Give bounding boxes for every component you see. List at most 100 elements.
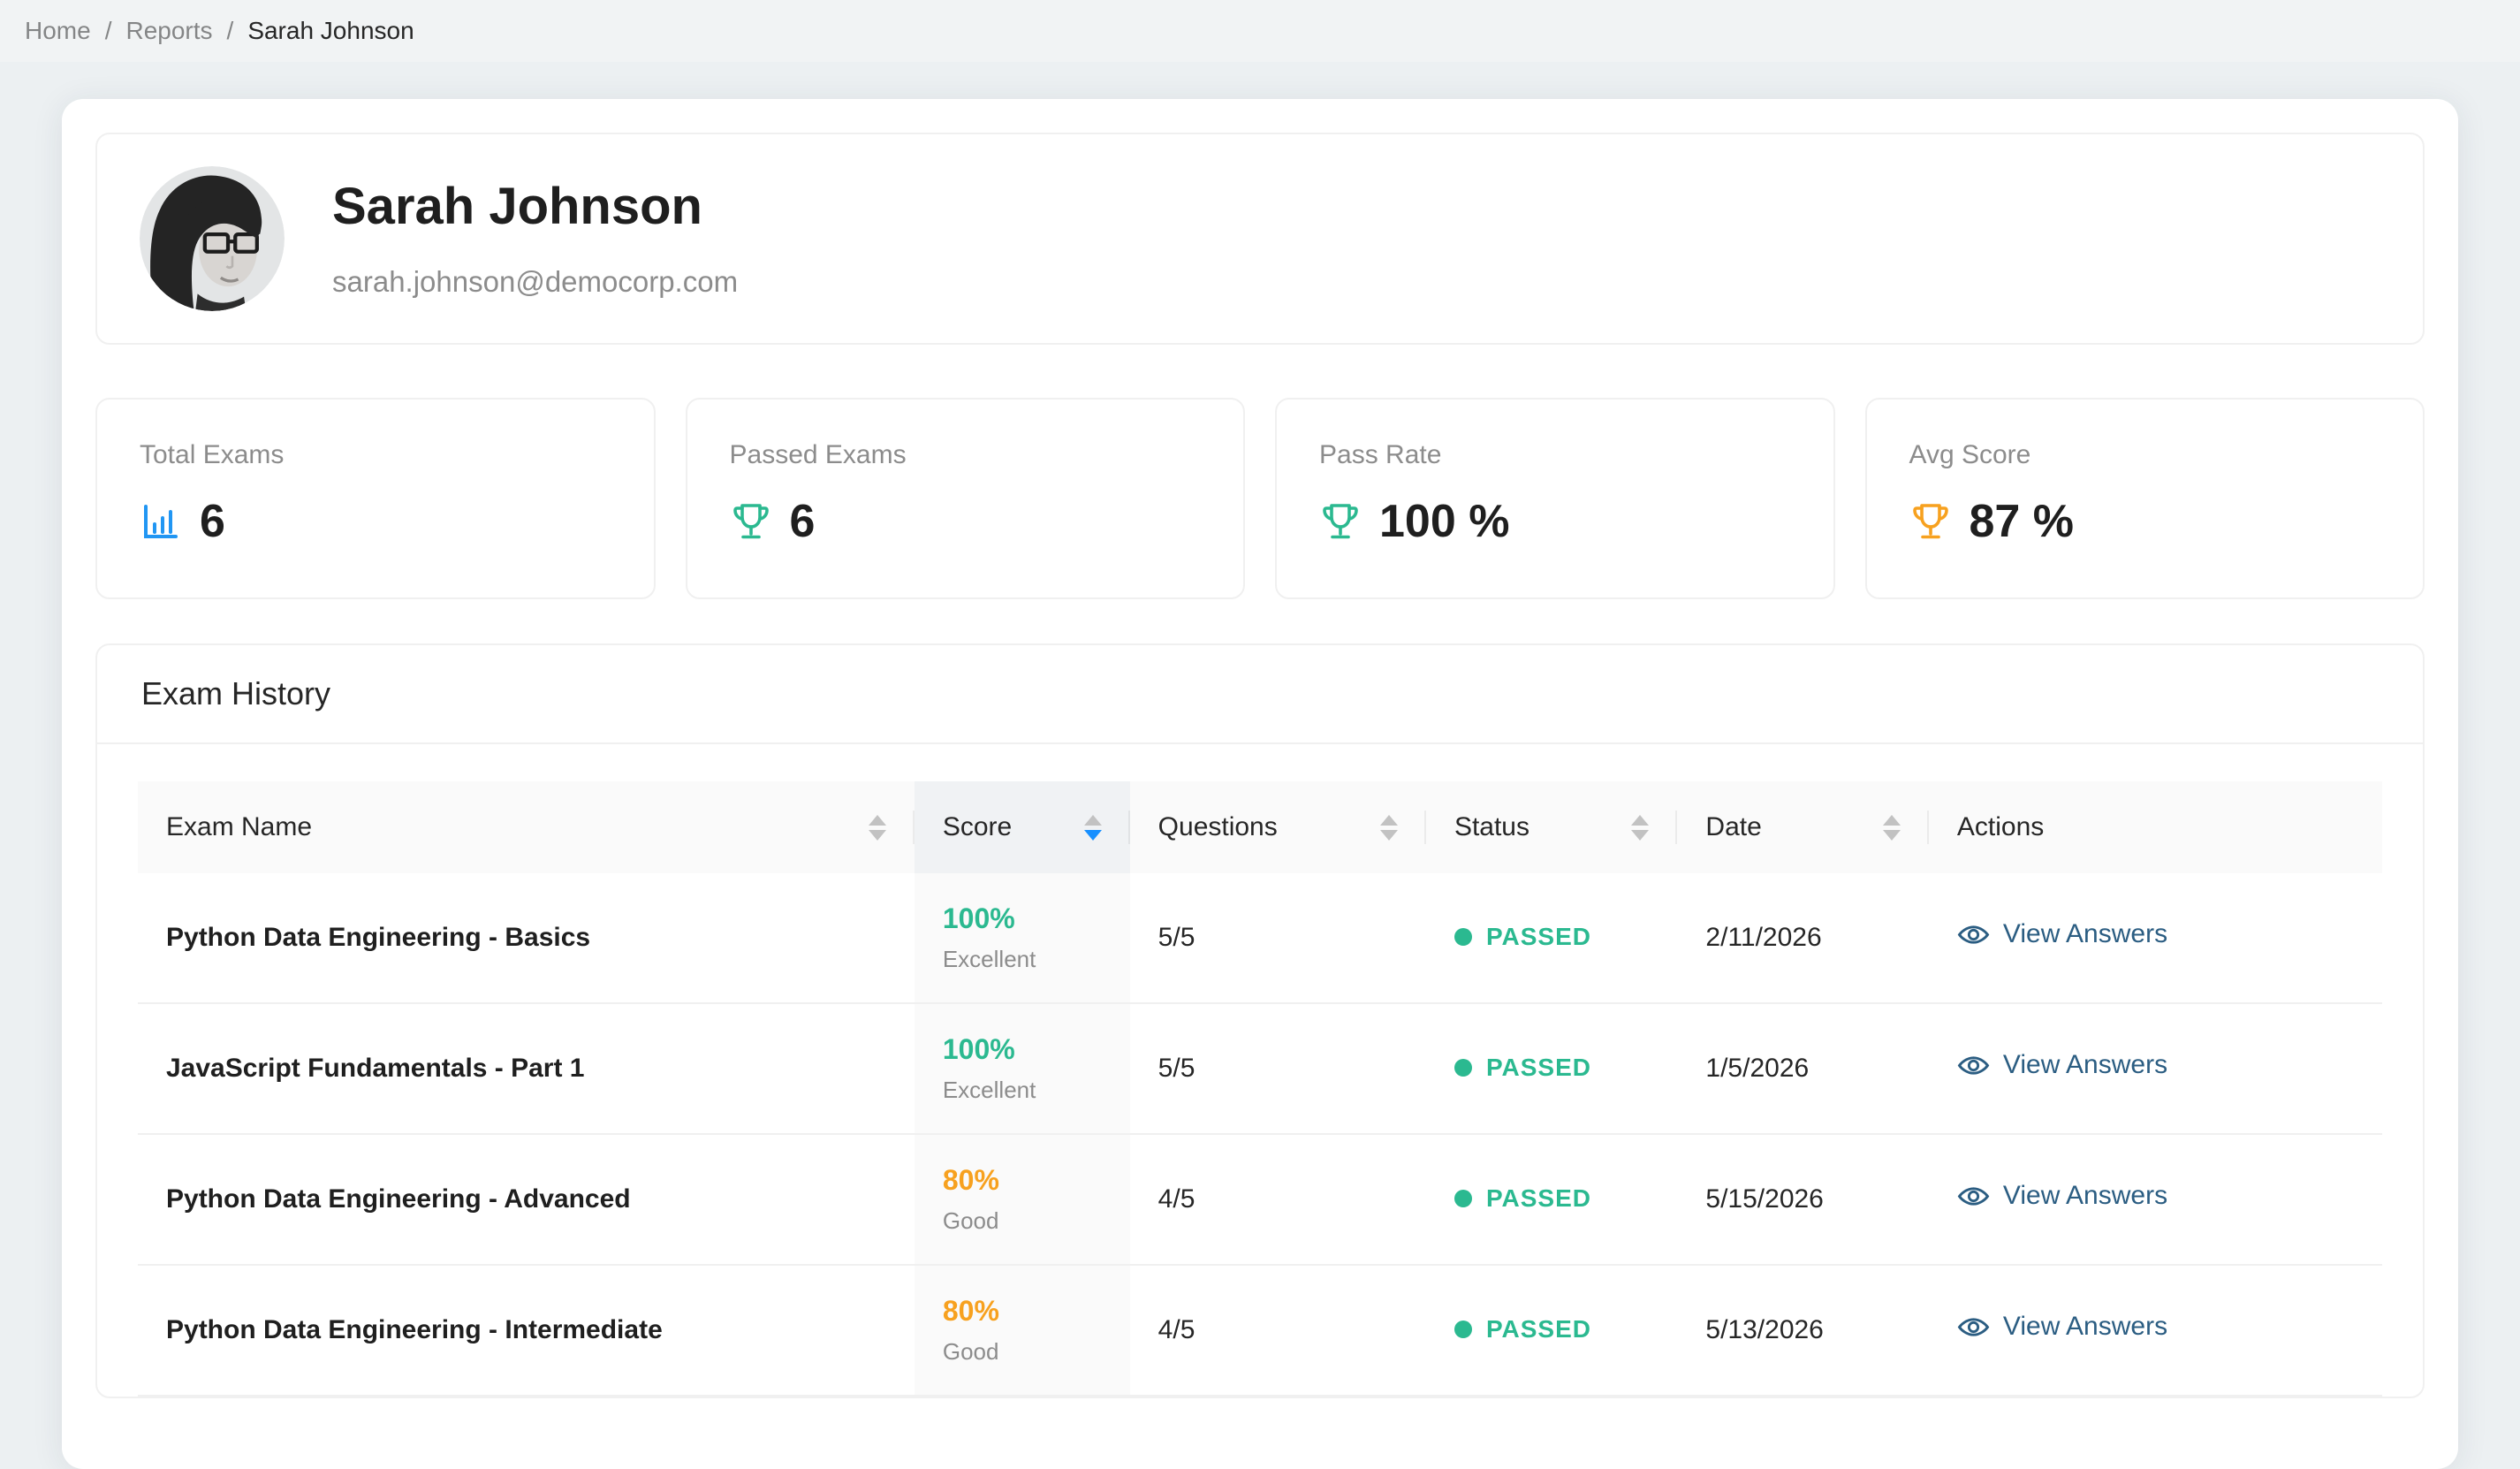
questions-cell: 4/5 (1129, 1265, 1426, 1397)
column-header-date[interactable]: Date (1677, 781, 1930, 873)
table-row: Python Data Engineering - Intermediate 8… (138, 1265, 2382, 1397)
trophy-icon (1319, 500, 1362, 543)
exam-name-cell: JavaScript Fundamentals - Part 1 (138, 1003, 915, 1135)
stat-value-row: 6 (140, 495, 611, 548)
date-value: 5/15/2026 (1705, 1184, 1824, 1214)
date-value: 1/5/2026 (1705, 1054, 1810, 1083)
status-text: PASSED (1485, 1184, 1592, 1212)
column-label: Score (942, 812, 1013, 841)
status-dot-icon (1454, 1059, 1472, 1077)
profile-card: Sarah Johnson sarah.johnson@democorp.com (95, 133, 2425, 345)
column-label: Date (1705, 812, 1762, 841)
stat-label: Passed Exams (729, 440, 907, 469)
questions-value: 5/5 (1158, 923, 1195, 952)
stats-grid: Total Exams 6 Passed Exams 6 Pass Rate 1… (95, 398, 2425, 599)
status-badge: PASSED (1454, 1054, 1591, 1082)
actions-cell: View Answers (1928, 1134, 2382, 1266)
breadcrumb-separator: / (104, 17, 112, 44)
caret-down-icon (1882, 829, 1901, 841)
breadcrumb-link-reports[interactable]: Reports (125, 17, 212, 45)
exam-name: Python Data Engineering - Basics (166, 923, 591, 952)
caret-up-icon (1882, 814, 1901, 826)
score-cell: 80% Good (914, 1134, 1130, 1266)
status-dot-icon (1454, 928, 1472, 946)
column-label: Actions (1956, 812, 2045, 841)
score-grade-label: Excellent (942, 946, 1036, 972)
avatar (140, 166, 285, 311)
table-row: JavaScript Fundamentals - Part 1 100% Ex… (138, 1003, 2382, 1135)
stat-card: Avg Score 87 % (1864, 398, 2425, 599)
exam-history-body: Exam Name Score Questions Status Date Actions… (97, 744, 2423, 1397)
column-header-score[interactable]: Score (914, 781, 1130, 873)
eye-icon (1957, 1311, 1990, 1343)
eye-icon (1957, 1049, 1990, 1082)
date-cell: 5/15/2026 (1677, 1134, 1929, 1266)
caret-up-icon (1631, 814, 1650, 826)
exam-name: Python Data Engineering - Intermediate (166, 1315, 663, 1344)
actions-cell: View Answers (1928, 1265, 2382, 1397)
stat-label: Total Exams (140, 440, 285, 469)
view-answers-link[interactable]: View Answers (1957, 1180, 2167, 1213)
table-body: Python Data Engineering - Basics 100% Ex… (138, 873, 2382, 1397)
score-value: 80% (942, 1164, 999, 1196)
view-answers-label: View Answers (2002, 1181, 2168, 1210)
view-answers-link[interactable]: View Answers (1957, 1311, 2167, 1343)
caret-down-icon (1631, 829, 1650, 841)
exam-name-cell: Python Data Engineering - Intermediate (138, 1265, 915, 1397)
actions-cell: View Answers (1928, 1003, 2382, 1135)
stat-value: 6 (789, 496, 816, 547)
status-badge: PASSED (1454, 1315, 1591, 1343)
table-row: Python Data Engineering - Basics 100% Ex… (138, 873, 2382, 1004)
exam-name: JavaScript Fundamentals - Part 1 (166, 1054, 585, 1083)
table-header-row: Exam Name Score Questions Status Date Actions (138, 781, 2382, 873)
questions-value: 4/5 (1158, 1184, 1195, 1214)
caret-up-icon (868, 814, 886, 826)
date-cell: 5/13/2026 (1677, 1265, 1929, 1397)
questions-cell: 5/5 (1129, 1003, 1426, 1135)
caret-down-icon (1379, 829, 1398, 841)
stat-card: Total Exams 6 (95, 398, 656, 599)
questions-value: 4/5 (1158, 1315, 1195, 1344)
breadcrumb: Home / Reports / Sarah Johnson (25, 17, 414, 45)
sort-carets (1882, 814, 1901, 841)
date-value: 2/11/2026 (1705, 923, 1822, 952)
status-text: PASSED (1485, 1315, 1592, 1343)
breadcrumb-current: Sarah Johnson (247, 17, 414, 44)
trophy-icon (730, 500, 772, 543)
date-value: 5/13/2026 (1705, 1315, 1824, 1344)
status-badge: PASSED (1454, 1184, 1591, 1213)
stat-card: Passed Exams 6 (685, 398, 1245, 599)
status-cell: PASSED (1425, 1003, 1678, 1135)
breadcrumb-link-home[interactable]: Home (25, 17, 91, 45)
sort-carets (1379, 814, 1398, 841)
status-dot-icon (1454, 1321, 1472, 1338)
column-header-actions: Actions (1928, 781, 2382, 873)
eye-icon (1957, 1180, 1990, 1213)
score-grade-label: Good (942, 1207, 999, 1234)
stat-card: Pass Rate 100 % (1275, 398, 1835, 599)
sort-carets (1631, 814, 1650, 841)
status-cell: PASSED (1425, 1265, 1678, 1397)
caret-up-icon (1083, 814, 1102, 826)
stat-value: 87 % (1969, 496, 2075, 547)
trophy-icon (1909, 500, 1952, 543)
date-cell: 2/11/2026 (1677, 873, 1929, 1004)
caret-down-icon (868, 829, 886, 841)
breadcrumb-bar: Home / Reports / Sarah Johnson (0, 0, 2520, 62)
score-value: 100% (942, 1033, 1015, 1065)
score-value: 80% (942, 1295, 999, 1327)
date-cell: 1/5/2026 (1677, 1003, 1929, 1135)
profile-name: Sarah Johnson (332, 178, 702, 236)
status-dot-icon (1454, 1190, 1472, 1207)
stat-value-row: 87 % (1909, 495, 2381, 548)
stat-value: 100 % (1379, 496, 1510, 547)
table-row: Python Data Engineering - Advanced 80% G… (138, 1134, 2382, 1266)
questions-value: 5/5 (1158, 1054, 1195, 1083)
column-header-exam-name[interactable]: Exam Name (138, 781, 915, 873)
column-header-status[interactable]: Status (1425, 781, 1678, 873)
column-header-questions[interactable]: Questions (1129, 781, 1427, 873)
view-answers-link[interactable]: View Answers (1957, 918, 2167, 951)
score-value: 100% (942, 902, 1015, 934)
view-answers-link[interactable]: View Answers (1957, 1049, 2167, 1082)
stat-value: 6 (200, 496, 225, 547)
